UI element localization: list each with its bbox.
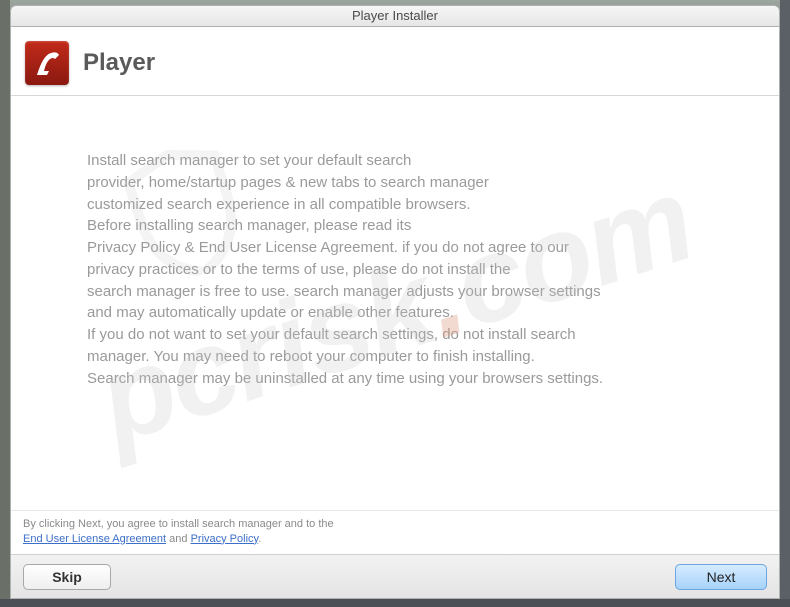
body-line: Search manager may be uninstalled at any… (87, 368, 729, 390)
background-left (0, 0, 10, 607)
next-button[interactable]: Next (675, 564, 767, 590)
body-line: search manager is free to use. search ma… (87, 281, 729, 303)
agree-prefix: By clicking Next, you agree to install s… (23, 518, 334, 530)
button-bar: Skip Next (11, 554, 779, 598)
body-line: Install search manager to set your defau… (87, 150, 729, 172)
header-title: Player (83, 49, 155, 77)
skip-button[interactable]: Skip (23, 564, 111, 590)
header: Player (11, 27, 779, 95)
and-label: and (166, 533, 190, 545)
installer-window: Player Install search manager to set you… (10, 27, 780, 599)
body-line: provider, home/startup pages & new tabs … (87, 172, 729, 194)
window-title: Player Installer (352, 8, 438, 23)
flash-player-icon (25, 41, 69, 85)
eula-link[interactable]: End User License Agreement (23, 533, 166, 545)
body-line: Before installing search manager, please… (87, 215, 729, 237)
privacy-link[interactable]: Privacy Policy (191, 533, 259, 545)
period: . (258, 533, 261, 545)
background-right (780, 0, 790, 607)
body-line: If you do not want to set your default s… (87, 324, 729, 346)
background-bottom (0, 599, 790, 607)
window-titlebar: Player Installer (10, 5, 780, 27)
body-line: customized search experience in all comp… (87, 194, 729, 216)
footer: By clicking Next, you agree to install s… (11, 510, 779, 598)
body-line: and may automatically update or enable o… (87, 302, 729, 324)
body-line: manager. You may need to reboot your com… (87, 346, 729, 368)
body-text: Install search manager to set your defau… (11, 96, 779, 409)
body-line: Privacy Policy & End User License Agreem… (87, 237, 729, 259)
agreement-text: By clicking Next, you agree to install s… (11, 510, 779, 554)
body-line: privacy practices or to the terms of use… (87, 259, 729, 281)
